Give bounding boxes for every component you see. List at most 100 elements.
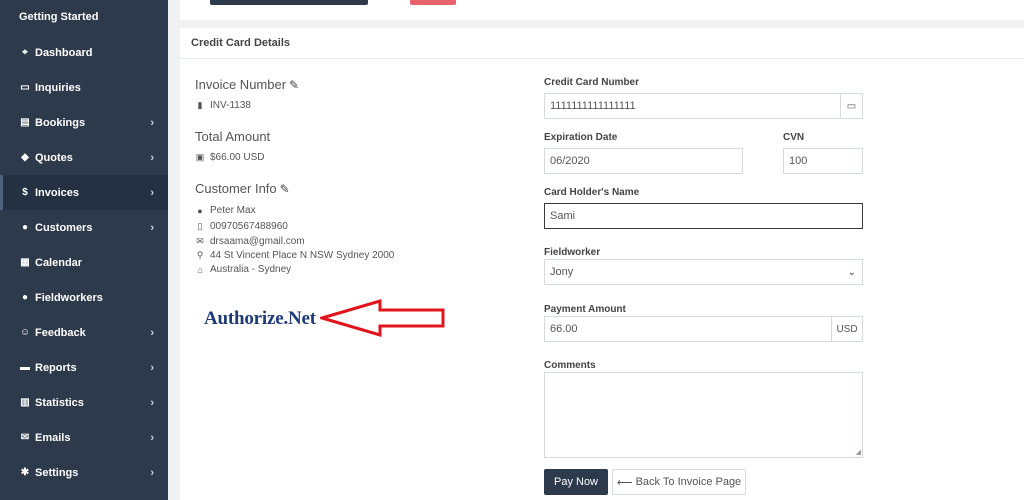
customer-phone: ▯ 00970567488960	[195, 221, 288, 232]
currency-addon: USD	[832, 316, 863, 342]
holder-label: Card Holder's Name	[544, 187, 640, 198]
gear-icon: ✱	[20, 467, 30, 478]
cvn-label: CVN	[783, 132, 805, 143]
sidebar-item-fieldworkers[interactable]: ● Fieldworkers	[0, 280, 168, 315]
fieldworker-selected: Jony	[550, 266, 574, 278]
invoice-number-label: Invoice Number ✎	[195, 77, 299, 92]
payment-amount-input[interactable]: 66.00	[544, 316, 832, 342]
comments-label: Comments	[544, 360, 596, 371]
user-icon: ●	[21, 292, 29, 303]
total-amount-label: Total Amount	[195, 129, 271, 144]
chevron-right-icon: ›	[150, 116, 154, 129]
sidebar-item-feedback[interactable]: ☺ Feedback ›	[0, 315, 168, 350]
dollar-icon: $	[22, 187, 28, 198]
total-amount-value: $66.00 USD	[210, 152, 265, 163]
chevron-right-icon: ›	[150, 396, 154, 409]
customer-name: ● Peter Max	[195, 205, 255, 216]
back-button-label: Back To Invoice Page	[635, 476, 742, 488]
back-to-invoice-button[interactable]: ⟵ Back To Invoice Page	[612, 469, 746, 495]
sidebar-item-inquiries[interactable]: ▭ Inquiries	[0, 70, 168, 105]
customer-location: ⌂ Australia - Sydney	[195, 264, 291, 275]
sidebar-item-label: Fieldworkers	[35, 291, 103, 304]
chevron-right-icon: ›	[150, 221, 154, 234]
holder-name-input[interactable]: Sami	[544, 203, 863, 229]
sidebar-item-quotes[interactable]: ◆ Quotes ›	[0, 140, 168, 175]
mobile-icon: ▯	[197, 221, 203, 231]
edit-icon[interactable]: ✎	[289, 78, 299, 92]
authorize-net-logo: Authorize.Net	[204, 308, 316, 329]
sidebar-item-label: Customers	[35, 221, 93, 234]
customer-email-value: drsaama@gmail.com	[210, 236, 305, 247]
sidebar-item-dashboard[interactable]: ⌖ Dashboard	[0, 35, 168, 70]
comments-textarea[interactable]: ◢	[544, 372, 863, 458]
resize-handle-icon[interactable]: ◢	[856, 448, 861, 456]
edit-icon[interactable]: ✎	[280, 182, 290, 196]
chevron-right-icon: ›	[150, 431, 154, 444]
fieldworker-label: Fieldworker	[544, 247, 601, 258]
dashboard-icon: ⌖	[22, 47, 28, 58]
chevron-right-icon: ›	[150, 361, 154, 374]
pay-now-button[interactable]: Pay Now	[544, 469, 608, 495]
customer-info-label-text: Customer Info	[195, 181, 277, 196]
arrow-left-icon: ⟵	[616, 476, 633, 489]
user-icon: ●	[197, 205, 203, 216]
top-primary-button[interactable]	[210, 0, 368, 5]
envelope-icon: ✉	[196, 236, 204, 246]
invoice-number: ▮ INV-1138	[195, 100, 251, 111]
sidebar-item-label: Feedback	[35, 326, 86, 339]
amount-label: Payment Amount	[544, 304, 626, 315]
top-danger-button[interactable]	[410, 0, 456, 5]
smile-icon: ☺	[19, 327, 31, 338]
customer-phone-value: 00970567488960	[210, 221, 288, 232]
sidebar: Getting Started ⌖ Dashboard ▭ Inquiries ▤ Boo…	[0, 0, 168, 500]
money-icon: ▣	[195, 152, 205, 162]
customer-email: ✉ drsaama@gmail.com	[195, 236, 305, 247]
chevron-right-icon: ›	[150, 466, 154, 479]
sidebar-item-calendar[interactable]: ▦ Calendar	[0, 245, 168, 280]
cc-number-input[interactable]: 1111111111111111	[544, 93, 841, 119]
cc-number-label: Credit Card Number	[544, 77, 640, 88]
main-content: Credit Card Details Invoice Number ✎ ▮ IN…	[168, 0, 1024, 500]
red-arrow-annotation	[320, 298, 445, 338]
sidebar-item-label: Emails	[35, 431, 71, 444]
sidebar-item-label: Invoices	[35, 186, 80, 199]
sidebar-item-label: Calendar	[35, 256, 83, 269]
customer-address: ⚲ 44 St Vincent Place N NSW Sydney 2000	[195, 250, 395, 261]
user-icon: ●	[21, 222, 29, 233]
chevron-right-icon: ›	[150, 186, 154, 199]
chevron-right-icon: ›	[150, 326, 154, 339]
sidebar-item-reports[interactable]: ▬ Reports ›	[0, 350, 168, 385]
sidebar-item-label: Bookings	[35, 116, 86, 129]
book-icon: ▤	[20, 117, 30, 128]
folder-icon: ▬	[20, 362, 30, 373]
fieldworker-select[interactable]: Jony ⌄	[544, 259, 863, 285]
sidebar-item-label: Inquiries	[35, 81, 81, 94]
envelope-icon: ✉	[20, 432, 30, 443]
sidebar-item-customers[interactable]: ● Customers ›	[0, 210, 168, 245]
sidebar-item-label: Quotes	[35, 151, 73, 164]
sidebar-item-invoices[interactable]: $ Invoices ›	[0, 175, 168, 210]
cvn-input[interactable]: 100	[783, 148, 863, 174]
customer-location-value: Australia - Sydney	[210, 264, 292, 275]
tag-icon: ◆	[21, 152, 29, 163]
sidebar-title[interactable]: Getting Started	[19, 11, 98, 23]
top-action-bar	[180, 0, 1024, 20]
file-icon: ▮	[197, 100, 203, 110]
sidebar-item-settings[interactable]: ✱ Settings ›	[0, 455, 168, 490]
invoice-number-label-text: Invoice Number	[195, 77, 287, 92]
chevron-right-icon: ›	[150, 151, 154, 164]
credit-card-icon: ▭	[841, 93, 863, 119]
customer-info-label: Customer Info ✎	[195, 181, 290, 196]
sidebar-item-label: Reports	[35, 361, 77, 374]
chevron-down-icon: ⌄	[847, 266, 856, 278]
chart-icon: ▥	[20, 397, 30, 408]
expiration-input[interactable]: 06/2020	[544, 148, 743, 174]
calendar-icon: ▦	[20, 257, 30, 268]
panel-title: Credit Card Details	[180, 28, 1024, 59]
sidebar-item-bookings[interactable]: ▤ Bookings ›	[0, 105, 168, 140]
map-marker-icon: ⚲	[196, 250, 204, 260]
customer-address-value: 44 St Vincent Place N NSW Sydney 2000	[210, 250, 395, 261]
sidebar-item-statistics[interactable]: ▥ Statistics ›	[0, 385, 168, 420]
credit-card-panel: Credit Card Details Invoice Number ✎ ▮ IN…	[180, 28, 1024, 500]
sidebar-item-emails[interactable]: ✉ Emails ›	[0, 420, 168, 455]
